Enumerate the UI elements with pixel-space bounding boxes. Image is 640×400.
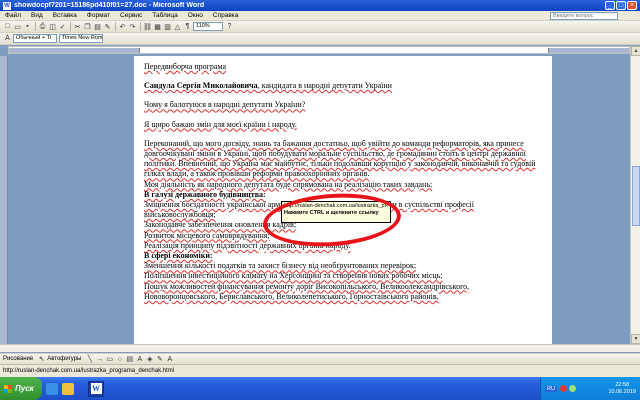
close-button[interactable]: ×	[627, 1, 637, 10]
clock-date: 10.06.2019	[608, 388, 636, 395]
toolbar-separator	[140, 22, 141, 31]
textbox-icon[interactable]: ▤	[125, 355, 134, 364]
scroll-up-icon[interactable]: ▲	[631, 46, 640, 56]
quicklaunch-browser-icon[interactable]	[46, 382, 58, 395]
toolbar-separator	[70, 22, 71, 31]
spelling-icon[interactable]: ✓	[58, 22, 67, 31]
clock-time: 22:58	[615, 381, 630, 388]
menu-format[interactable]: Формат	[82, 12, 115, 19]
menu-table[interactable]: Таблица	[147, 12, 183, 19]
taskbar: Пуск W RU 22:58 10.06.2019	[0, 377, 640, 400]
menu-tools[interactable]: Сервис	[115, 12, 147, 19]
doc-question: Чому я балотуюся в народні депутати Укра…	[144, 100, 306, 110]
section-state-building-title: В галузі державного будівництва:	[144, 189, 266, 199]
copy-icon[interactable]: ❐	[83, 22, 92, 31]
help-icon[interactable]: ?	[225, 22, 234, 31]
drawing-toolbar: Рисование ↖ Автофигуры ╲ → ▭ ○ ▤ A ◈ ✎ A	[0, 353, 640, 364]
line-color-icon[interactable]: ✎	[155, 355, 164, 364]
help-question-input[interactable]: Введите вопрос	[550, 11, 618, 20]
start-label: Пуск	[15, 384, 34, 393]
line-icon[interactable]: ╲	[85, 355, 94, 364]
formatting-toolbar: A Обычный + Ti Times New Roman	[0, 33, 640, 45]
hyperlink-icon[interactable]: ⛓	[143, 22, 152, 31]
doc-paragraph-conviction: Переконаний, що мого досвіду, знань та б…	[144, 138, 536, 179]
format-painter-icon[interactable]: ✎	[103, 22, 112, 31]
candidate-title: , кандидата в народні депутати України	[257, 81, 392, 91]
taskbar-word-button[interactable]: W	[88, 380, 104, 397]
horizontal-ruler[interactable]	[8, 46, 630, 54]
tray-network-icon[interactable]	[568, 385, 576, 392]
section-economy-title: В сфері економіки:	[144, 251, 213, 261]
start-button[interactable]: Пуск	[0, 377, 42, 400]
vertical-ruler[interactable]	[0, 56, 8, 344]
style-combo[interactable]: Обычный + Ti	[13, 34, 57, 43]
menu-help[interactable]: Справка	[208, 12, 244, 19]
font-color-icon[interactable]: A	[165, 355, 174, 364]
word-app-icon[interactable]: W	[3, 1, 11, 10]
windows-logo-icon	[4, 384, 12, 393]
drawing-icon[interactable]: △	[173, 22, 182, 31]
new-document-icon[interactable]: □	[3, 22, 12, 31]
doc-line-program: Передвиборча програма	[144, 62, 227, 71]
language-indicator[interactable]: RU	[545, 385, 557, 392]
doc-mission: Моя діяльність як народного депутата буд…	[144, 179, 433, 189]
horizontal-scrollbar[interactable]	[0, 344, 640, 352]
scroll-down-icon[interactable]: ▼	[631, 334, 640, 344]
vertical-scrollbar[interactable]: ▲ ▼	[630, 46, 640, 344]
doc-wish: Я щиро бажаю змін для моєї країни і наро…	[144, 119, 297, 129]
open-folder-icon[interactable]: ▭	[13, 22, 22, 31]
select-objects-icon[interactable]: ↖	[37, 355, 46, 364]
minimize-button[interactable]: _	[605, 1, 615, 10]
standard-toolbar: □ ▭ ▪ ⎙ ◫ ✓ ✂ ❐ ▤ ✎ ↶ ↷ ⛓ ▦ ▥ △ ¶ 110% ?	[0, 21, 640, 33]
menu-file[interactable]: Файл	[0, 12, 26, 19]
system-tray: RU 22:58 10.06.2019	[540, 377, 640, 400]
save-icon[interactable]: ▪	[23, 22, 32, 31]
menu-insert[interactable]: Вставка	[48, 12, 82, 19]
list-item: Поліпшення інвестиційного клімату на Хер…	[144, 271, 443, 281]
fill-color-icon[interactable]: ◈	[145, 355, 154, 364]
list-item: Зменшення кількості податків та захист б…	[144, 261, 417, 271]
menu-view[interactable]: Вид	[26, 12, 48, 19]
styles-pane-icon[interactable]: A	[3, 34, 12, 43]
doc-heading: Сандула Сергія Миколайовича, кандидата в…	[144, 81, 544, 91]
print-icon[interactable]: ⎙	[38, 22, 47, 31]
menu-window[interactable]: Окно	[183, 12, 208, 19]
table-icon[interactable]: ▦	[153, 22, 162, 31]
list-item: Пошук можливостей фінансування ремонту д…	[144, 281, 470, 301]
maximize-button[interactable]: □	[616, 1, 626, 10]
oval-icon[interactable]: ○	[115, 355, 124, 364]
scroll-thumb[interactable]	[632, 166, 640, 226]
arrow-icon[interactable]: →	[95, 355, 104, 364]
tray-antivirus-icon[interactable]	[559, 385, 567, 392]
show-hide-icon[interactable]: ¶	[183, 22, 192, 31]
menu-bar: Файл Вид Вставка Формат Сервис Таблица О…	[0, 11, 640, 21]
clock[interactable]: 22:58 10.06.2019	[608, 382, 636, 396]
cut-icon[interactable]: ✂	[73, 22, 82, 31]
font-combo[interactable]: Times New Roman	[59, 34, 103, 43]
rectangle-icon[interactable]: ▭	[105, 355, 114, 364]
title-bar: W showdocpf7201=15186pd410f01=27.doc - M…	[0, 0, 640, 11]
columns-icon[interactable]: ▥	[163, 22, 172, 31]
toolbar-separator	[115, 22, 116, 31]
zoom-combo[interactable]: 110%	[193, 22, 223, 31]
paste-icon[interactable]: ▤	[93, 22, 102, 31]
toolbar-separator	[35, 22, 36, 31]
candidate-name: Сандула Сергія Миколайовича	[144, 81, 258, 91]
status-bar: http://ruslan-denchak.com.ua/lustrazka_p…	[0, 364, 640, 377]
undo-icon[interactable]: ↶	[118, 22, 127, 31]
quicklaunch-folder-icon[interactable]	[62, 382, 74, 395]
draw-menu-button[interactable]: Рисование	[3, 356, 33, 362]
window-title: showdocpf7201=15186pd410f01=27.doc - Mic…	[14, 2, 205, 9]
document-content[interactable]: Передвиборча програма Сандула Сергія Мик…	[144, 62, 544, 302]
print-preview-icon[interactable]: ◫	[48, 22, 57, 31]
wordart-icon[interactable]: A	[135, 355, 144, 364]
status-hyperlink-text: http://ruslan-denchak.com.ua/lustrazka_p…	[3, 368, 175, 374]
word-icon: W	[90, 383, 102, 394]
redo-icon[interactable]: ↷	[128, 22, 137, 31]
autoshapes-menu-button[interactable]: Автофигуры	[47, 356, 81, 362]
